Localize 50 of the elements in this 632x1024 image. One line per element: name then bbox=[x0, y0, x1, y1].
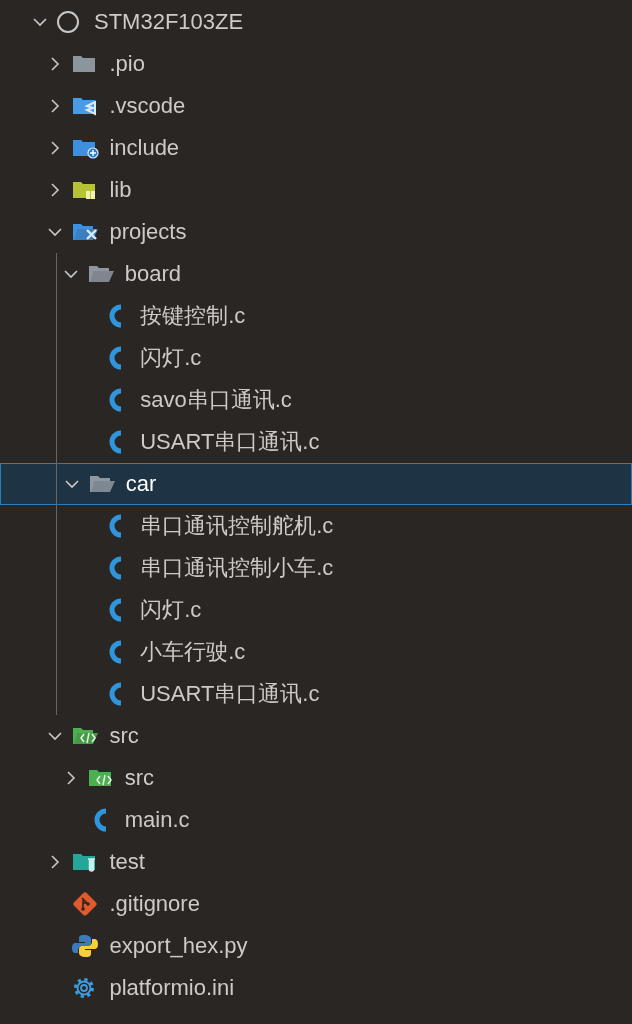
file-name: export_hex.py bbox=[109, 933, 248, 959]
tree-item[interactable]: .vscode bbox=[0, 85, 632, 127]
file-name: main.c bbox=[124, 807, 190, 833]
file-name: 闪灯.c bbox=[140, 596, 202, 624]
folder-name: include bbox=[109, 135, 180, 161]
tree-item[interactable]: export_hex.py bbox=[0, 925, 632, 967]
folder-name: .pio bbox=[109, 51, 145, 77]
tree-item[interactable]: main.c bbox=[0, 799, 632, 841]
file-name: 串口通讯控制小车.c bbox=[140, 554, 334, 582]
tree-item[interactable]: platformio.ini bbox=[0, 967, 632, 1009]
tree-item[interactable]: src bbox=[0, 757, 632, 799]
file-name: .gitignore bbox=[109, 891, 200, 917]
folder-name: src bbox=[124, 765, 155, 791]
tree-item[interactable]: car bbox=[0, 463, 632, 505]
tree-item[interactable]: include bbox=[0, 127, 632, 169]
file-name: USART串口通讯.c bbox=[140, 680, 320, 708]
file-name: 闪灯.c bbox=[140, 344, 202, 372]
file-name: 小车行驶.c bbox=[140, 638, 246, 666]
folder-name: src bbox=[109, 723, 139, 749]
python-icon bbox=[71, 934, 100, 958]
tree-item[interactable]: src bbox=[0, 715, 632, 757]
file-name: USART串口通讯.c bbox=[140, 428, 320, 456]
tree-item[interactable]: 串口通讯控制舵机.c bbox=[0, 505, 632, 547]
folder-name: projects bbox=[109, 219, 187, 245]
tree-item[interactable]: 小车行驶.c bbox=[0, 631, 632, 673]
tree-item[interactable]: savo串口通讯.c bbox=[0, 379, 632, 421]
tree-item[interactable]: 闪灯.c bbox=[0, 589, 632, 631]
folder-name: .vscode bbox=[109, 93, 186, 119]
folder-name: lib bbox=[109, 177, 132, 203]
tree-item[interactable]: USART串口通讯.c bbox=[0, 673, 632, 715]
folder-name: car bbox=[125, 471, 157, 497]
tree-item[interactable]: 闪灯.c bbox=[0, 337, 632, 379]
tree-item[interactable]: projects bbox=[0, 211, 632, 253]
folder-name: test bbox=[109, 849, 145, 875]
file-name: platformio.ini bbox=[109, 975, 235, 1001]
c-language-icon bbox=[92, 808, 109, 832]
file-name: 串口通讯控制舵机.c bbox=[140, 512, 334, 540]
tree-item[interactable]: .pio bbox=[0, 43, 632, 85]
folder-name: board bbox=[124, 261, 182, 287]
tree-item[interactable]: lib bbox=[0, 169, 632, 211]
tree-item[interactable]: USART串口通讯.c bbox=[0, 421, 632, 463]
tree-item[interactable]: board bbox=[0, 253, 632, 295]
file-name: 按键控制.c bbox=[140, 302, 246, 330]
tree-item[interactable]: 串口通讯控制小车.c bbox=[0, 547, 632, 589]
folder-name: STM32F103ZE bbox=[94, 9, 244, 35]
file-name: savo串口通讯.c bbox=[140, 386, 292, 414]
tree-item[interactable]: test bbox=[0, 841, 632, 883]
tree-item[interactable]: STM32F103ZE bbox=[0, 1, 632, 43]
tree-item[interactable]: .gitignore bbox=[0, 883, 632, 925]
tree-item[interactable]: 按键控制.c bbox=[0, 295, 632, 337]
